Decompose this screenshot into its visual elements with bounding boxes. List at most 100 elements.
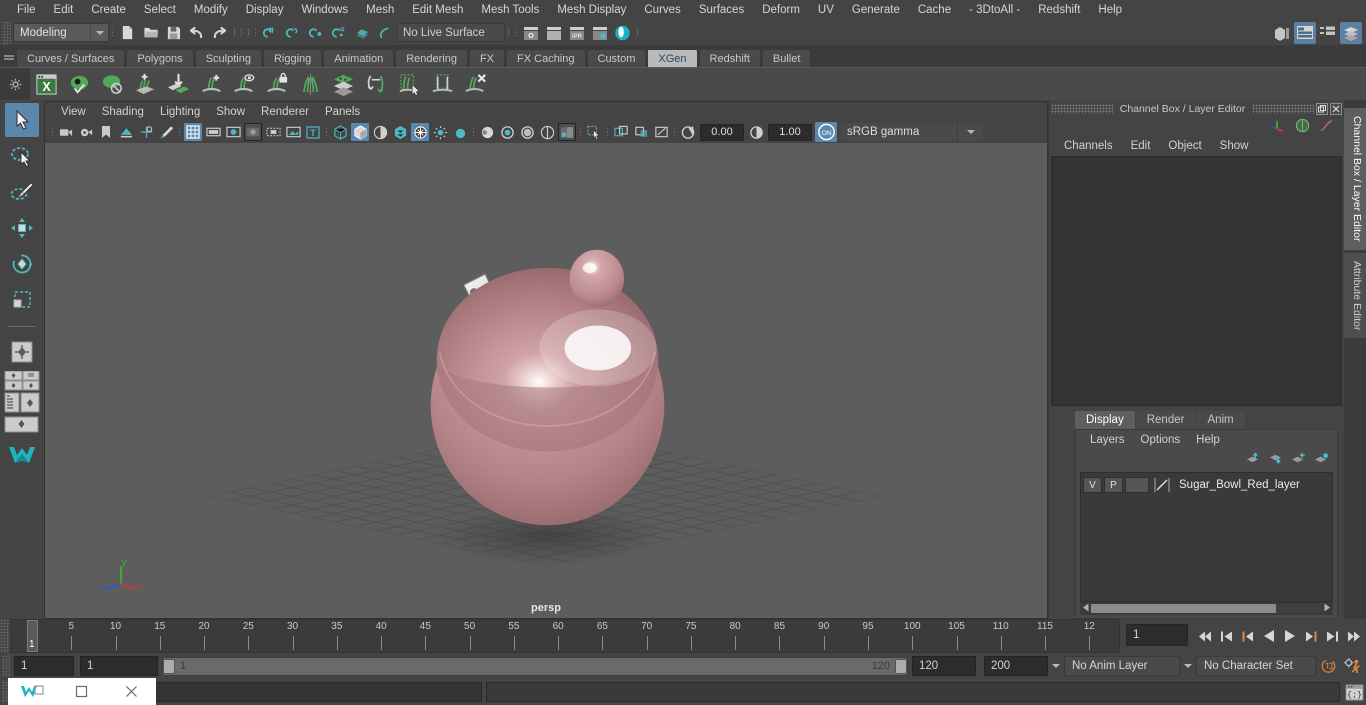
range-end-handle[interactable] xyxy=(895,658,907,674)
range-end-field[interactable]: 120 xyxy=(912,656,976,676)
motion-blur-icon[interactable] xyxy=(478,123,496,141)
range-start-field[interactable]: 1 xyxy=(80,656,158,676)
menu-mesh-tools[interactable]: Mesh Tools xyxy=(472,1,548,19)
safe-action-icon[interactable] xyxy=(284,123,302,141)
grid-toggle-icon[interactable] xyxy=(184,123,202,141)
menu-uv[interactable]: UV xyxy=(809,1,843,19)
xgen-select-guides-icon[interactable] xyxy=(393,68,426,100)
create-layer-from-selected-icon[interactable] xyxy=(1291,452,1306,468)
viewport-menu-lighting[interactable]: Lighting xyxy=(152,105,208,119)
viewport-menu-renderer[interactable]: Renderer xyxy=(253,105,317,119)
tab-render[interactable]: Render xyxy=(1135,411,1196,429)
redo-icon[interactable] xyxy=(209,22,230,43)
single-perspective-layout[interactable] xyxy=(5,335,39,369)
menu-edit[interactable]: Edit xyxy=(45,1,83,19)
menu-display[interactable]: Display xyxy=(237,1,293,19)
menu-modify[interactable]: Modify xyxy=(185,1,237,19)
character-set-chevron-icon[interactable] xyxy=(1180,664,1196,668)
current-time-indicator[interactable]: 1 xyxy=(27,620,38,652)
auto-keyframe-icon[interactable] xyxy=(1316,658,1340,674)
menu-mesh-display[interactable]: Mesh Display xyxy=(548,1,635,19)
layer-shading-toggle[interactable] xyxy=(1125,477,1149,493)
curve-icon[interactable] xyxy=(1319,118,1334,136)
menu-mesh[interactable]: Mesh xyxy=(357,1,403,19)
wireframe-icon[interactable] xyxy=(331,123,349,141)
chevron-down-icon[interactable] xyxy=(957,123,983,141)
step-back-frame-icon[interactable] xyxy=(1238,625,1257,647)
shelf-tab-fx-caching[interactable]: FX Caching xyxy=(506,49,586,67)
channel-box-menu-edit[interactable]: Edit xyxy=(1122,139,1160,153)
film-gate-icon[interactable] xyxy=(204,123,222,141)
xgen-preview-description-icon[interactable] xyxy=(228,68,261,100)
side-tab-attribute-editor[interactable]: Attribute Editor xyxy=(1344,252,1366,338)
camera-attributes-icon[interactable] xyxy=(77,123,95,141)
menu-file[interactable]: File xyxy=(8,1,45,19)
side-tab-channel-box[interactable]: Channel Box / Layer Editor xyxy=(1344,108,1366,250)
step-back-keyframe-icon[interactable] xyxy=(1217,625,1236,647)
snap-to-point-icon[interactable] xyxy=(306,22,327,43)
gate-mask-icon[interactable] xyxy=(244,123,262,141)
channel-box-content[interactable] xyxy=(1051,156,1342,406)
time-ruler[interactable]: 1 5 10 15 20 25 30 35 40 45 50 55 60 65 70 75 80 85 90 95 1… xyxy=(10,619,1120,653)
shelf-tab-rigging[interactable]: Rigging xyxy=(262,49,323,67)
shelf-tab-animation[interactable]: Animation xyxy=(323,49,395,67)
shelf-gripper[interactable] xyxy=(2,45,16,67)
rotate-tool[interactable] xyxy=(5,247,39,281)
xgen-delete-icon[interactable] xyxy=(459,68,492,100)
xgen-disable-preview-icon[interactable] xyxy=(96,68,129,100)
gamma-icon[interactable] xyxy=(747,123,765,141)
status-line-gripper[interactable] xyxy=(2,21,11,44)
play-forwards-icon[interactable] xyxy=(1280,625,1299,647)
workspace-modeling-icon[interactable] xyxy=(1271,22,1293,44)
film-origin-icon[interactable] xyxy=(264,123,282,141)
color-management-icon[interactable]: ON xyxy=(815,122,837,142)
close-icon[interactable] xyxy=(111,678,151,705)
time-slider-gripper[interactable] xyxy=(0,619,10,653)
depth-of-field-icon[interactable] xyxy=(518,123,536,141)
workspace-channelbox-icon[interactable] xyxy=(1294,21,1316,44)
render-sequence-icon[interactable] xyxy=(543,22,564,43)
menu-windows[interactable]: Windows xyxy=(292,1,357,19)
range-slider-gripper[interactable] xyxy=(2,655,10,677)
panel-gripper[interactable] xyxy=(1051,104,1113,114)
channel-box-menu-show[interactable]: Show xyxy=(1211,139,1258,153)
create-empty-layer-icon[interactable] xyxy=(1314,452,1329,468)
snap-to-view-plane-icon[interactable] xyxy=(352,22,373,43)
shelf-options-gear-icon[interactable] xyxy=(0,68,30,100)
xgen-lock-description-icon[interactable] xyxy=(261,68,294,100)
outliner-persp-layout[interactable] xyxy=(4,392,40,413)
menu-surfaces[interactable]: Surfaces xyxy=(690,1,753,19)
layer-list[interactable]: V P Sugar_Bowl_Red_layer xyxy=(1080,472,1333,602)
maximize-icon[interactable] xyxy=(62,678,102,705)
script-editor-icon[interactable]: {;} xyxy=(1342,683,1366,701)
layer-visibility-toggle[interactable]: V xyxy=(1083,477,1102,493)
tab-anim[interactable]: Anim xyxy=(1196,411,1245,429)
snap-to-grid-icon[interactable] xyxy=(260,22,281,43)
workspace-outliner-icon[interactable] xyxy=(1317,22,1339,44)
color-space-selector[interactable]: sRGB gamma xyxy=(841,123,983,141)
menu-create[interactable]: Create xyxy=(82,1,135,19)
shadows-icon[interactable] xyxy=(431,123,449,141)
viewport-menu-panels[interactable]: Panels xyxy=(317,105,368,119)
layer-menu-options[interactable]: Options xyxy=(1133,433,1189,447)
menu-cache[interactable]: Cache xyxy=(909,1,960,19)
xgen-create-description-icon[interactable] xyxy=(195,68,228,100)
viewport-menu-show[interactable]: Show xyxy=(208,105,253,119)
xgen-export-icon[interactable] xyxy=(162,68,195,100)
bookmark-icon[interactable] xyxy=(97,123,115,141)
layer-menu-layers[interactable]: Layers xyxy=(1082,433,1133,447)
shelf-tab-polygons[interactable]: Polygons xyxy=(126,49,194,67)
menu-edit-mesh[interactable]: Edit Mesh xyxy=(403,1,472,19)
shelf-tab-bullet[interactable]: Bullet xyxy=(761,49,812,67)
shelf-tab-curves-surfaces[interactable]: Curves / Surfaces xyxy=(16,49,126,67)
workspace-attribute-icon[interactable] xyxy=(1340,21,1362,44)
text-overlay-icon[interactable]: T xyxy=(304,123,322,141)
anim-start-field[interactable]: 1 xyxy=(14,656,74,676)
multisample-icon[interactable] xyxy=(498,123,516,141)
restore-window-icon[interactable] xyxy=(1316,103,1328,115)
image-plane-icon[interactable] xyxy=(117,123,135,141)
lasso-select-tool[interactable] xyxy=(5,139,39,173)
2d-pan-zoom-icon[interactable] xyxy=(137,123,155,141)
shelf-tab-redshift[interactable]: Redshift xyxy=(698,49,761,67)
render-settings-icon[interactable] xyxy=(589,22,610,43)
